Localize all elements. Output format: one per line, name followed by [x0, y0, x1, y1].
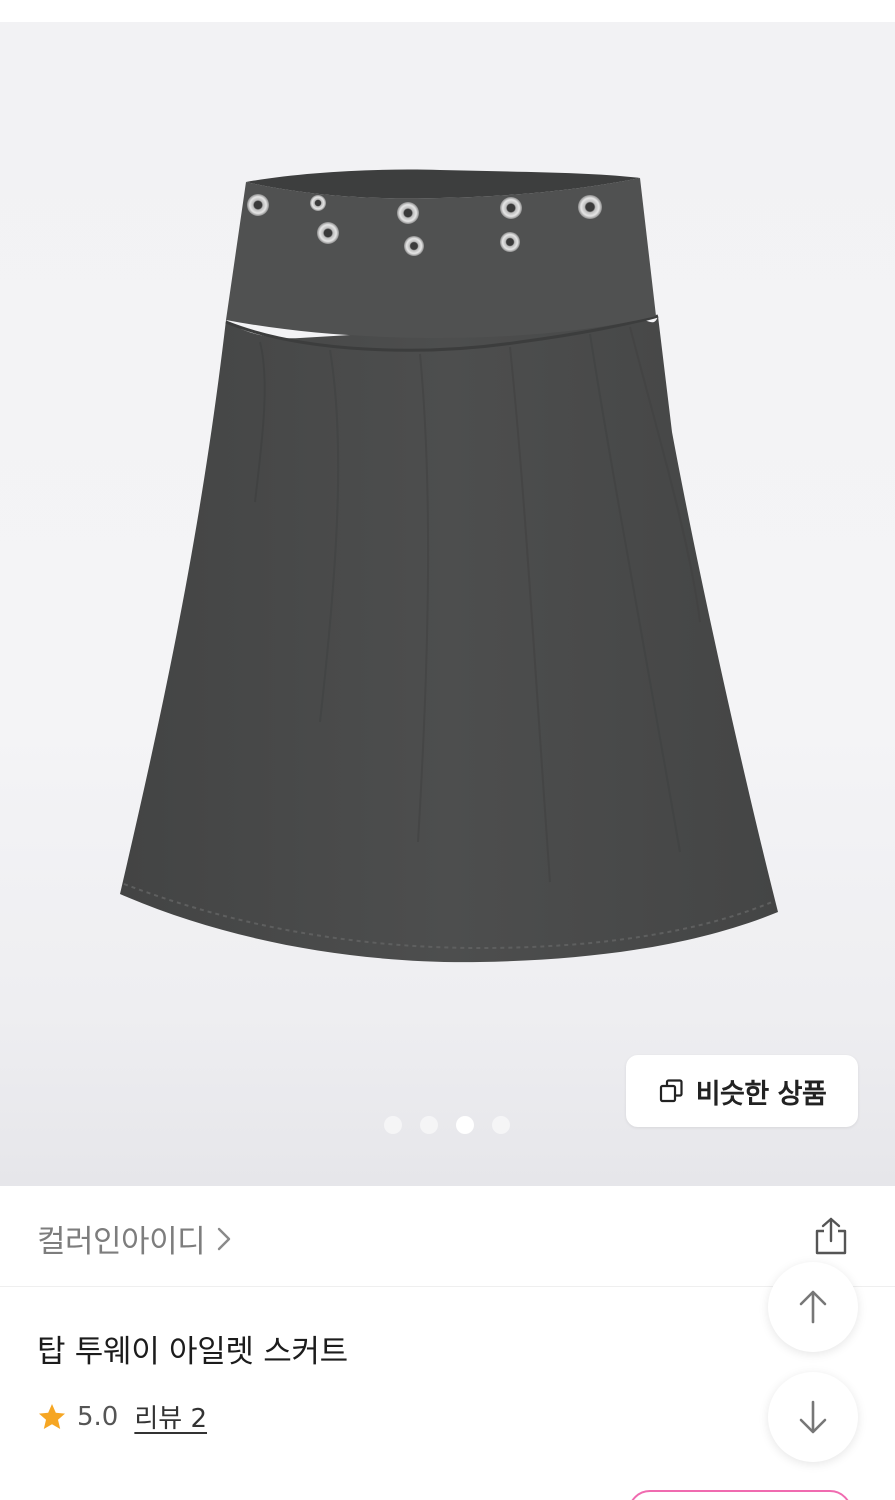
status-bar-area [0, 0, 895, 22]
product-image[interactable] [0, 22, 895, 1186]
rating-row: 5.0 리뷰 2 [37, 1398, 207, 1435]
arrow-up-icon [799, 1290, 827, 1324]
star-icon [39, 1403, 65, 1429]
brand-row: 컬러인아이디 [0, 1186, 895, 1287]
brand-link[interactable]: 컬러인아이디 [37, 1216, 233, 1261]
gallery-pagination[interactable] [384, 1116, 510, 1134]
chevron-right-icon [217, 1227, 231, 1250]
scroll-to-top-button[interactable] [768, 1262, 858, 1352]
rating-value: 5.0 [77, 1401, 119, 1432]
share-icon[interactable] [812, 1216, 850, 1256]
similar-products-label: 비슷한 상품 [695, 1078, 827, 1110]
copy-icon [659, 1079, 683, 1103]
purchase-button-partial[interactable] [628, 1490, 852, 1500]
product-image-gallery[interactable] [0, 22, 895, 1186]
gallery-dot[interactable] [384, 1116, 402, 1134]
gallery-dot-active[interactable] [456, 1116, 474, 1134]
similar-products-button[interactable]: 비슷한 상품 [626, 1055, 858, 1127]
gallery-dot[interactable] [492, 1116, 510, 1134]
gallery-dot[interactable] [420, 1116, 438, 1134]
scroll-to-bottom-button[interactable] [768, 1372, 858, 1462]
arrow-down-icon [799, 1400, 827, 1434]
review-count-link[interactable]: 리뷰 2 [134, 1398, 207, 1435]
product-detail-page: 비슷한 상품 컬러인아이디 탑 투웨이 아일렛 스커트 5.0 리뷰 2 [0, 0, 895, 1500]
product-title: 탑 투웨이 아일렛 스커트 [37, 1334, 348, 1370]
brand-name: 컬러인아이디 [37, 1224, 206, 1260]
skirt-body [120, 316, 778, 963]
